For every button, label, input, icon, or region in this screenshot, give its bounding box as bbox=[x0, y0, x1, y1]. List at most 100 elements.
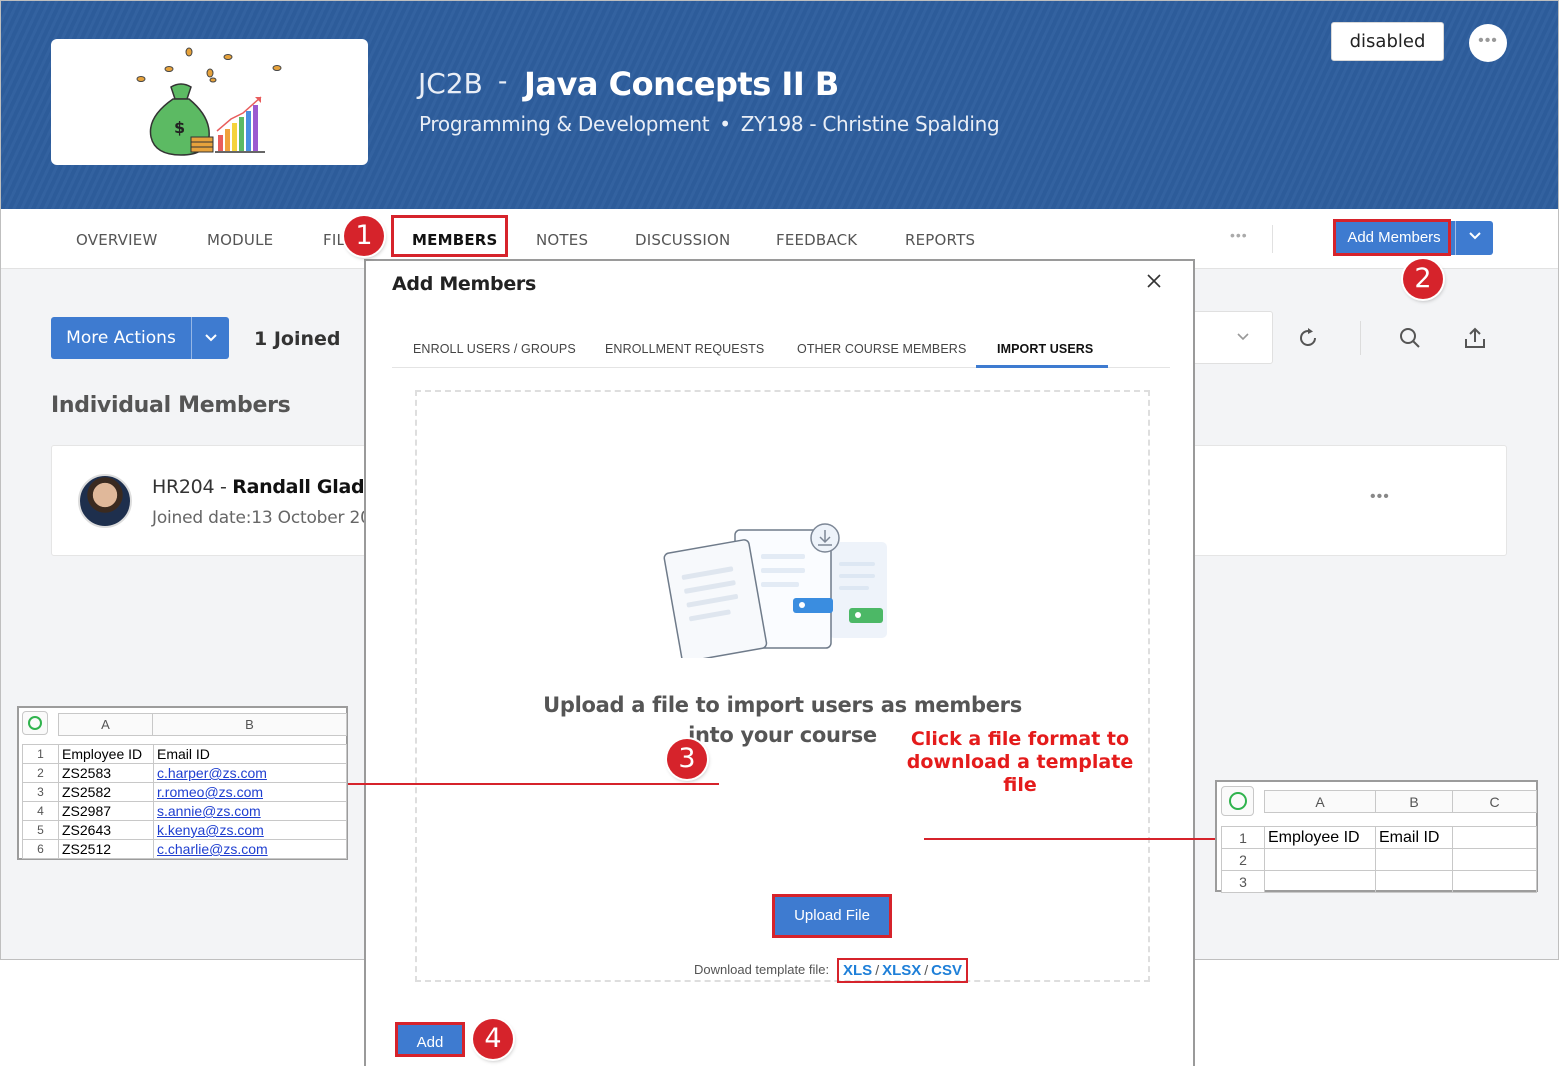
cell: ZS2987 bbox=[58, 801, 154, 821]
cell bbox=[1452, 870, 1537, 893]
filter-select[interactable] bbox=[1191, 311, 1273, 364]
tab-module[interactable]: MODULE bbox=[207, 231, 273, 249]
dialog-title: Add Members bbox=[392, 273, 536, 295]
table-row: 1 Employee ID Email ID bbox=[22, 744, 347, 764]
cell bbox=[1264, 848, 1376, 871]
step-badge-1: 1 bbox=[344, 216, 384, 256]
export-icon[interactable] bbox=[1462, 325, 1488, 351]
note-line2: download a template file bbox=[906, 751, 1134, 796]
avatar bbox=[78, 474, 132, 528]
tab-enroll-users[interactable]: ENROLL USERS / GROUPS bbox=[413, 342, 576, 356]
more-actions-button[interactable]: More Actions bbox=[51, 317, 191, 359]
toolbar-divider bbox=[1360, 321, 1361, 355]
course-title: Java Concepts II B bbox=[524, 65, 839, 103]
sample-data-table: 1 Employee ID Email ID 2 ZS2583 c.harper… bbox=[22, 744, 347, 859]
add-members-dialog: Add Members ENROLL USERS / GROUPS ENROLL… bbox=[364, 259, 1195, 1066]
email-link[interactable]: r.romeo@zs.com bbox=[153, 782, 347, 802]
cell bbox=[1375, 870, 1453, 893]
tab-notes[interactable]: NOTES bbox=[536, 231, 588, 249]
cell: ZS2583 bbox=[58, 763, 154, 783]
sample-sheet-connector bbox=[348, 783, 719, 785]
cell: Email ID bbox=[153, 744, 347, 764]
tab-overview[interactable]: OVERVIEW bbox=[76, 231, 157, 249]
cell: ZS2512 bbox=[58, 839, 154, 859]
tabs-overflow-button[interactable]: ••• bbox=[1230, 227, 1248, 243]
course-instructor: ZY198 - Christine Spalding bbox=[740, 112, 1000, 136]
email-link[interactable]: c.harper@zs.com bbox=[153, 763, 347, 783]
column-header: C bbox=[1452, 790, 1537, 813]
add-members-dropdown[interactable] bbox=[1455, 221, 1493, 255]
format-separator: / bbox=[924, 962, 929, 978]
column-header: A bbox=[1264, 790, 1376, 813]
cell: Employee ID bbox=[1264, 826, 1376, 849]
tab-import-users[interactable]: IMPORT USERS bbox=[997, 342, 1093, 356]
subtitle-dot: • bbox=[719, 112, 731, 136]
email-link[interactable]: k.kenya@zs.com bbox=[153, 820, 347, 840]
member-more-button[interactable]: ••• bbox=[1370, 488, 1390, 506]
banner-more-button[interactable]: ••• bbox=[1469, 24, 1507, 62]
xls-template-link[interactable]: XLS bbox=[843, 962, 872, 979]
row-number: 6 bbox=[22, 839, 59, 859]
template-sheet-connector bbox=[924, 838, 1215, 840]
close-button[interactable] bbox=[1146, 265, 1162, 297]
upload-heading-line1: Upload a file to import users as members bbox=[543, 693, 1022, 717]
course-title-separator: - bbox=[498, 65, 508, 96]
tab-feedback[interactable]: FEEDBACK bbox=[776, 231, 857, 249]
course-category: Programming & Development bbox=[419, 112, 710, 136]
course-banner: $ JC2B - Java Concepts II B Programming … bbox=[1, 1, 1558, 209]
cell bbox=[1452, 826, 1537, 849]
table-row: 2 ZS2583 c.harper@zs.com bbox=[22, 763, 347, 783]
tab-reports[interactable]: REPORTS bbox=[905, 231, 975, 249]
svg-text:$: $ bbox=[174, 118, 185, 137]
more-actions-dropdown[interactable] bbox=[191, 317, 229, 359]
row-number: 5 bbox=[22, 820, 59, 840]
money-bag-growth-icon: $ bbox=[136, 47, 282, 156]
cell bbox=[1375, 848, 1453, 871]
file-upload-illustration-icon bbox=[663, 523, 887, 658]
ellipsis-icon: ••• bbox=[1478, 32, 1498, 49]
table-row: 3 bbox=[1221, 870, 1537, 893]
refresh-icon[interactable] bbox=[1295, 325, 1321, 351]
table-row: 1 Employee ID Email ID bbox=[1221, 826, 1537, 849]
course-status-button[interactable]: disabled bbox=[1331, 22, 1444, 61]
more-actions-split-button: More Actions bbox=[51, 317, 229, 359]
row-number: 3 bbox=[22, 782, 59, 802]
search-icon[interactable] bbox=[1397, 325, 1423, 351]
template-spreadsheet: A B C 1 Employee ID Email ID 2 3 bbox=[1215, 780, 1538, 893]
course-subtitle: Programming & Development • ZY198 - Christ… bbox=[419, 112, 1000, 136]
row-number: 3 bbox=[1221, 870, 1265, 893]
tab-members[interactable]: MEMBERS bbox=[412, 231, 498, 249]
select-all-icon bbox=[28, 716, 42, 730]
chevron-down-icon bbox=[204, 334, 217, 342]
email-link[interactable]: s.annie@zs.com bbox=[153, 801, 347, 821]
cell: ZS2582 bbox=[58, 782, 154, 802]
cell: ZS2643 bbox=[58, 820, 154, 840]
close-icon bbox=[1147, 274, 1161, 288]
add-button[interactable]: Add bbox=[395, 1022, 465, 1057]
row-number: 2 bbox=[1221, 848, 1265, 871]
column-header: A bbox=[58, 713, 153, 736]
active-tab-indicator bbox=[976, 365, 1108, 368]
email-link[interactable]: c.charlie@zs.com bbox=[153, 839, 347, 859]
csv-template-link[interactable]: CSV bbox=[931, 962, 962, 979]
tab-other-course-members[interactable]: OTHER COURSE MEMBERS bbox=[797, 342, 966, 356]
cell: Employee ID bbox=[58, 744, 154, 764]
table-row: 4 ZS2987 s.annie@zs.com bbox=[22, 801, 347, 821]
member-id: HR204 - bbox=[152, 476, 233, 498]
column-header: B bbox=[1375, 790, 1453, 813]
file-dropzone[interactable]: Upload a file to import users as members… bbox=[415, 390, 1150, 983]
tab-discussion[interactable]: DISCUSSION bbox=[635, 231, 730, 249]
chevron-down-icon bbox=[1468, 232, 1481, 240]
format-separator: / bbox=[875, 962, 880, 978]
cell bbox=[1452, 848, 1537, 871]
xlsx-template-link[interactable]: XLSX bbox=[882, 962, 921, 979]
upload-button-highlight bbox=[772, 894, 892, 938]
column-header: B bbox=[152, 713, 347, 736]
tab-divider bbox=[1272, 225, 1273, 253]
tab-enrollment-requests[interactable]: ENROLLMENT REQUESTS bbox=[605, 342, 764, 356]
row-number: 1 bbox=[22, 744, 59, 764]
add-members-highlight bbox=[1333, 219, 1451, 256]
member-joined-date: Joined date:13 October 202 bbox=[152, 508, 382, 528]
template-column-headers: A B C bbox=[1264, 790, 1537, 813]
tab-files[interactable]: FIL bbox=[323, 231, 345, 249]
